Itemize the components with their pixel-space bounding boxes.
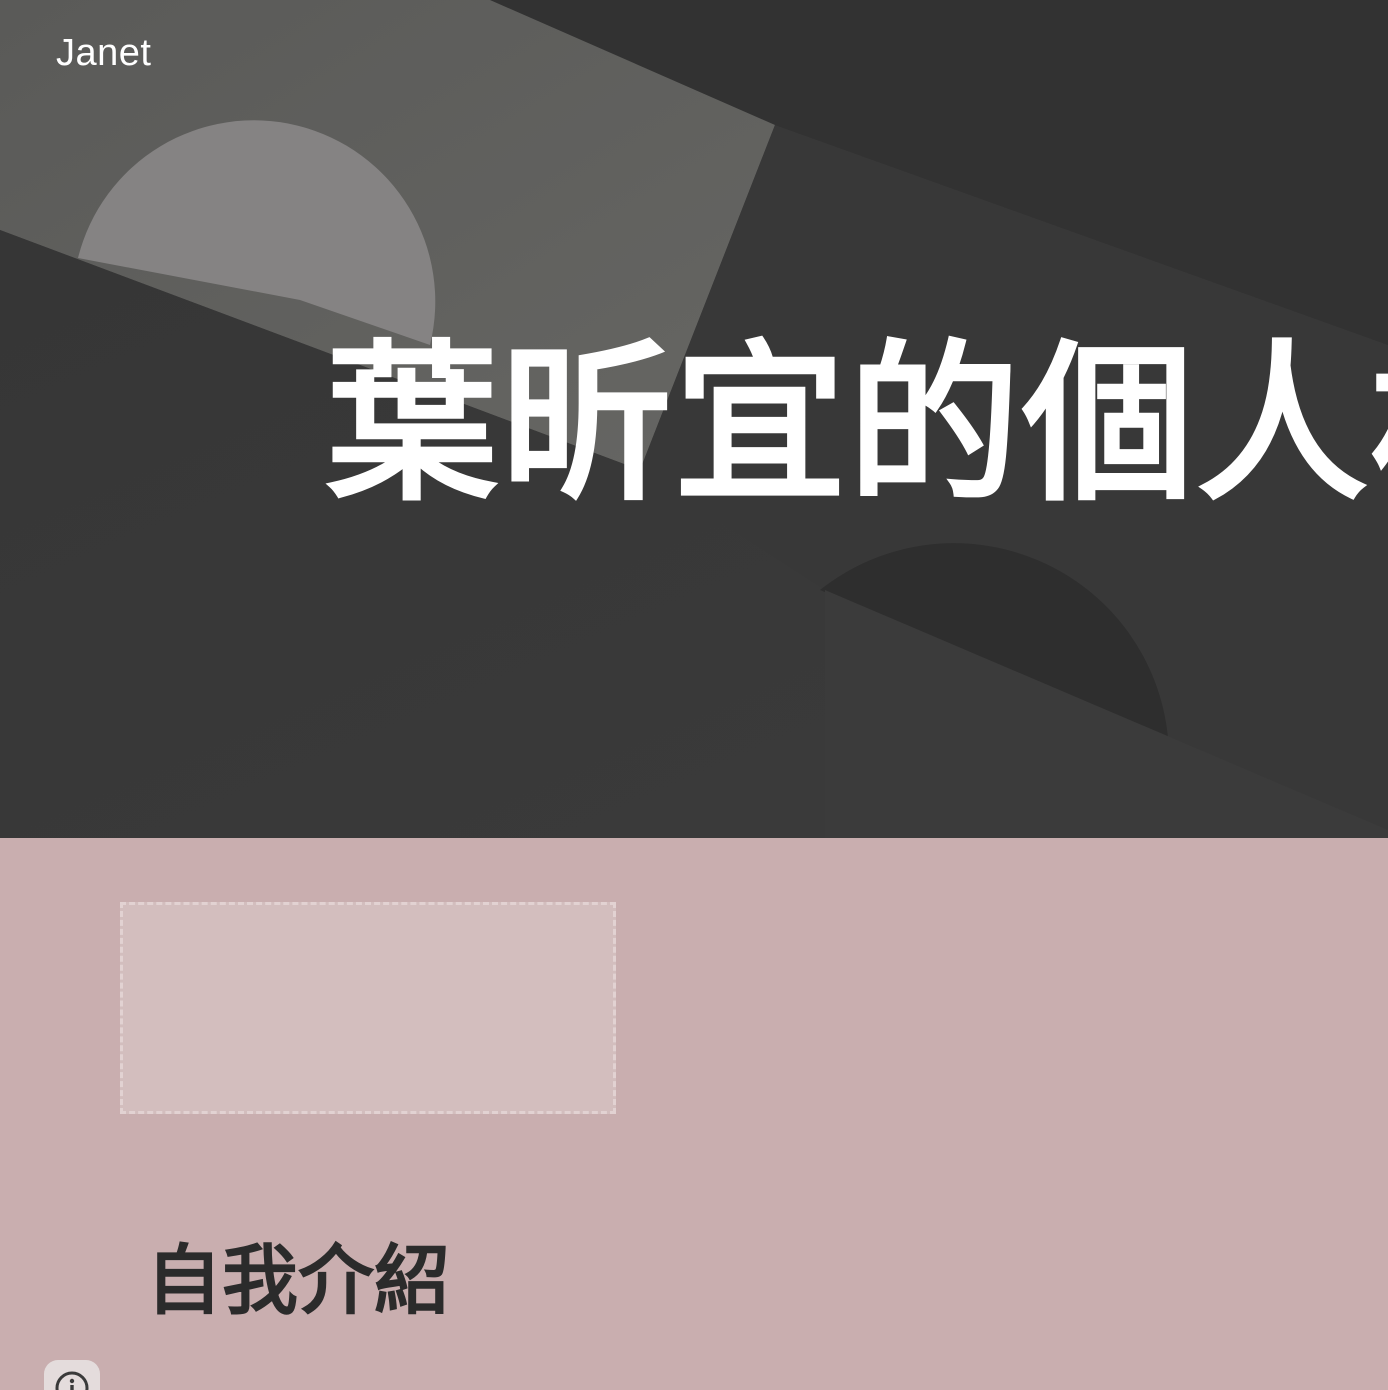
section-heading: 自我介紹 [146,1236,450,1325]
info-button[interactable] [44,1360,100,1390]
about-section: 自我介紹 [0,838,1388,1390]
site-name[interactable]: Janet [56,30,151,76]
image-placeholder[interactable] [120,902,616,1114]
hero-title: 葉昕宜的個人相 [326,324,1388,525]
hero-banner: Janet 葉昕宜的個人相 [0,0,1388,838]
page: Janet 葉昕宜的個人相 自我介紹 [0,0,1388,1390]
info-icon [54,1370,90,1390]
